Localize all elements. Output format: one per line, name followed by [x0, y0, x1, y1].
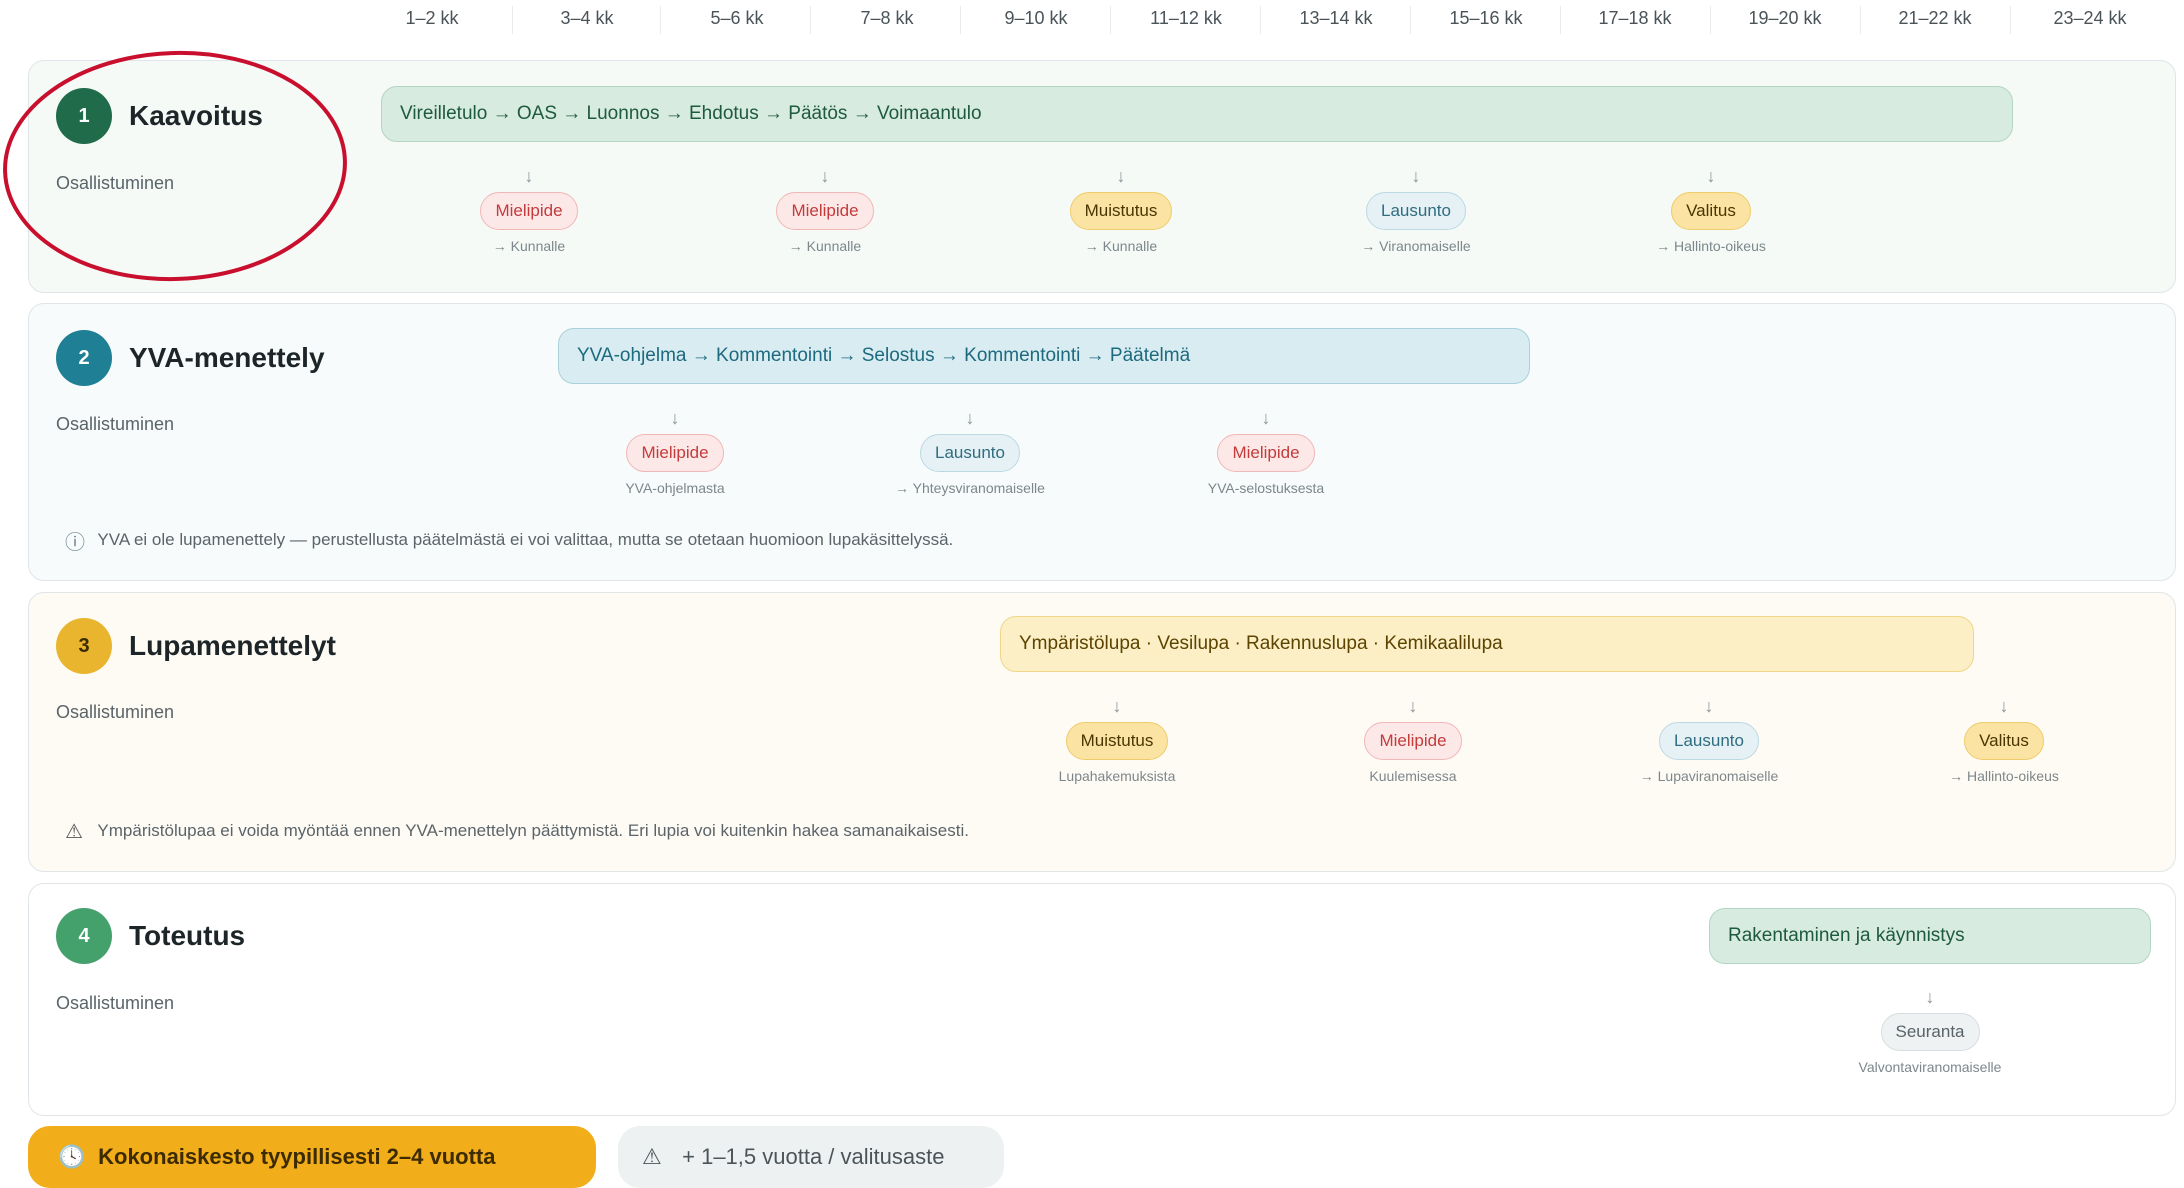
- red-annotation-circle: [3, 50, 347, 282]
- annotation-layer: [3, 50, 347, 282]
